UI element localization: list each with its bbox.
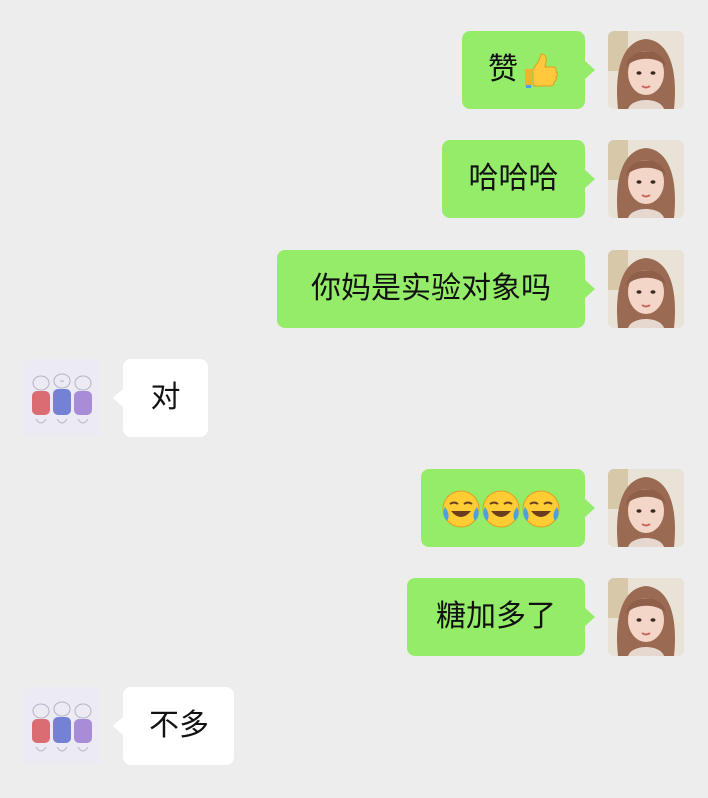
contact-message-bubble[interactable]: 不多	[113, 687, 234, 765]
thumbs-up-icon	[518, 51, 558, 91]
message-text: 赞	[488, 52, 518, 87]
contact-avatar[interactable]	[24, 687, 100, 765]
message-text: 你妈是实验对象吗	[311, 271, 551, 306]
message-row: 不多	[0, 687, 708, 765]
message-text: 糖加多了	[436, 599, 556, 634]
my-avatar[interactable]	[608, 250, 684, 328]
message-text: 哈哈哈	[468, 161, 559, 196]
my-avatar[interactable]	[608, 140, 684, 218]
message-row	[0, 469, 708, 547]
message-row: 赞	[0, 31, 708, 109]
my-message-bubble[interactable]: 你妈是实验对象吗	[277, 250, 595, 328]
my-avatar[interactable]	[608, 578, 684, 656]
my-message-bubble[interactable]	[421, 469, 595, 547]
my-avatar[interactable]	[608, 31, 684, 109]
contact-avatar[interactable]: ~	[24, 359, 100, 437]
message-row: 你妈是实验对象吗	[0, 250, 708, 328]
my-avatar[interactable]	[608, 469, 684, 547]
my-message-bubble[interactable]: 赞	[462, 31, 595, 109]
message-row: 哈哈哈	[0, 140, 708, 218]
message-row: ~ 对	[0, 359, 708, 437]
crying-laughing-icon	[441, 489, 481, 529]
my-message-bubble[interactable]: 哈哈哈	[442, 140, 595, 218]
svg-text:~: ~	[59, 378, 64, 385]
contact-message-bubble[interactable]: 对	[113, 359, 208, 437]
crying-laughing-icon	[481, 489, 521, 529]
my-message-bubble[interactable]: 糖加多了	[407, 578, 595, 656]
message-text: 不多	[149, 708, 209, 743]
message-row: 糖加多了	[0, 578, 708, 656]
message-text: 对	[150, 380, 181, 415]
crying-laughing-icon	[521, 489, 561, 529]
